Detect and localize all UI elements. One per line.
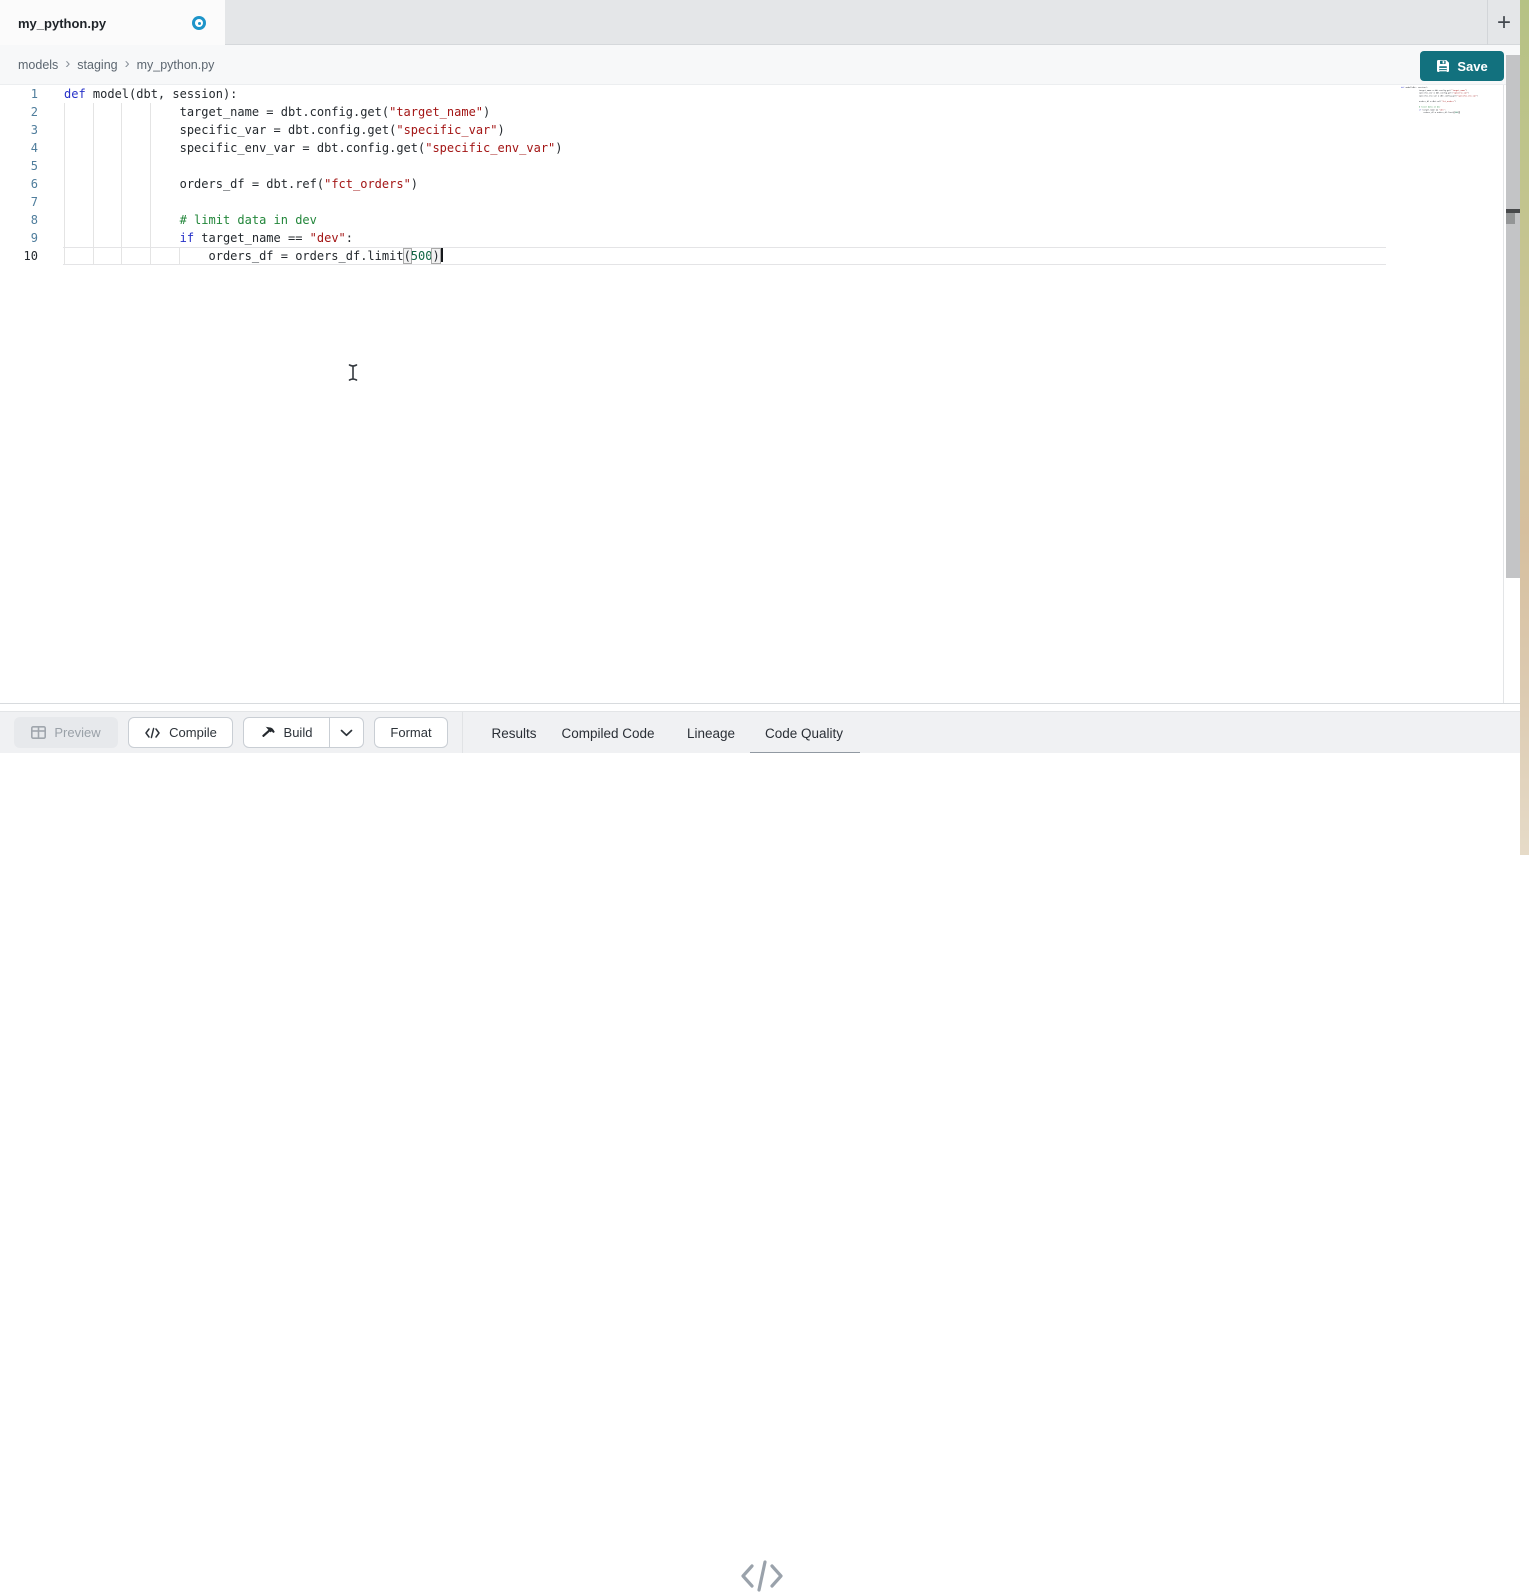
panel-tab-code-quality[interactable]: Code Quality [752, 712, 856, 754]
build-options-button[interactable] [329, 717, 364, 748]
chevron-down-icon [340, 729, 353, 737]
minimap-content: def model(dbt, session): target_name = d… [1398, 86, 1497, 114]
breadcrumb: models › staging › my_python.py [0, 45, 1520, 85]
code-line[interactable]: orders_df = dbt.ref("fct_orders") [44, 175, 563, 193]
new-tab-button[interactable]: + [1488, 0, 1520, 45]
build-button-label: Build [284, 725, 313, 740]
unsaved-changes-icon [192, 16, 206, 30]
minimap[interactable]: def model(dbt, session): target_name = d… [1398, 86, 1498, 146]
divider [1503, 85, 1504, 703]
code-line[interactable]: specific_env_var = dbt.config.get("speci… [44, 139, 563, 157]
save-button[interactable]: Save [1420, 51, 1504, 81]
breadcrumb-file[interactable]: my_python.py [137, 58, 215, 72]
hammer-icon [261, 726, 276, 740]
compile-button[interactable]: Compile [128, 717, 233, 748]
divider [0, 703, 1520, 704]
code-icon [144, 727, 161, 739]
save-button-label: Save [1457, 59, 1487, 74]
breadcrumb-staging[interactable]: staging [77, 58, 117, 72]
breadcrumb-models[interactable]: models [18, 58, 58, 72]
text-cursor [441, 248, 443, 262]
editor-toolbar: Preview Compile [0, 711, 1520, 753]
line-number: 7 [0, 193, 44, 211]
code-line[interactable]: def model(dbt, session): [44, 85, 563, 103]
compile-button-label: Compile [169, 725, 217, 740]
ibeam-cursor-icon [345, 363, 361, 382]
divider [462, 712, 463, 753]
code-content[interactable]: def model(dbt, session): target_name = d… [44, 85, 563, 265]
line-number: 2 [0, 103, 44, 121]
line-number: 5 [0, 157, 44, 175]
window-edge-strip [1520, 0, 1529, 855]
save-icon [1436, 59, 1450, 73]
editor-scrollbar-thumb[interactable] [1506, 213, 1515, 224]
code-editor[interactable]: 12345678910 def model(dbt, session): tar… [0, 85, 1520, 703]
code-line[interactable] [44, 193, 563, 211]
line-number: 10 [0, 247, 44, 265]
line-number: 4 [0, 139, 44, 157]
tab-bar [0, 0, 1520, 45]
line-number: 6 [0, 175, 44, 193]
line-number: 3 [0, 121, 44, 139]
format-button[interactable]: Format [374, 717, 448, 748]
results-panel [0, 753, 1529, 855]
ide-window: my_python.py + models › staging › my_pyt… [0, 0, 1529, 855]
table-grid-icon [31, 726, 46, 739]
editor-scrollbar-track[interactable] [1506, 55, 1520, 578]
preview-button[interactable]: Preview [14, 717, 118, 748]
code-line[interactable]: orders_df = orders_df.limit(500) [44, 247, 563, 265]
file-tab-title: my_python.py [18, 16, 106, 31]
panel-tab-compiled-code[interactable]: Compiled Code [553, 712, 663, 754]
format-button-label: Format [390, 725, 431, 740]
code-line[interactable]: if target_name == "dev": [44, 229, 563, 247]
line-number: 8 [0, 211, 44, 229]
chevron-right-icon: › [65, 55, 70, 72]
panel-tab-lineage[interactable]: Lineage [672, 712, 750, 754]
line-number-gutter: 12345678910 [0, 85, 44, 265]
code-line[interactable]: orders_df = orders_df.limit(500) [1398, 111, 1497, 114]
code-line[interactable]: target_name = dbt.config.get("target_nam… [44, 103, 563, 121]
panel-tab-results[interactable]: Results [480, 712, 548, 754]
line-number: 9 [0, 229, 44, 247]
code-line[interactable]: # limit data in dev [44, 211, 563, 229]
code-line[interactable]: specific_var = dbt.config.get("specific_… [44, 121, 563, 139]
code-line[interactable] [44, 157, 563, 175]
build-button[interactable]: Build [243, 717, 330, 748]
chevron-right-icon: › [125, 55, 130, 72]
code-placeholder-icon [737, 1557, 787, 1595]
preview-button-label: Preview [54, 725, 100, 740]
line-number: 1 [0, 85, 44, 103]
